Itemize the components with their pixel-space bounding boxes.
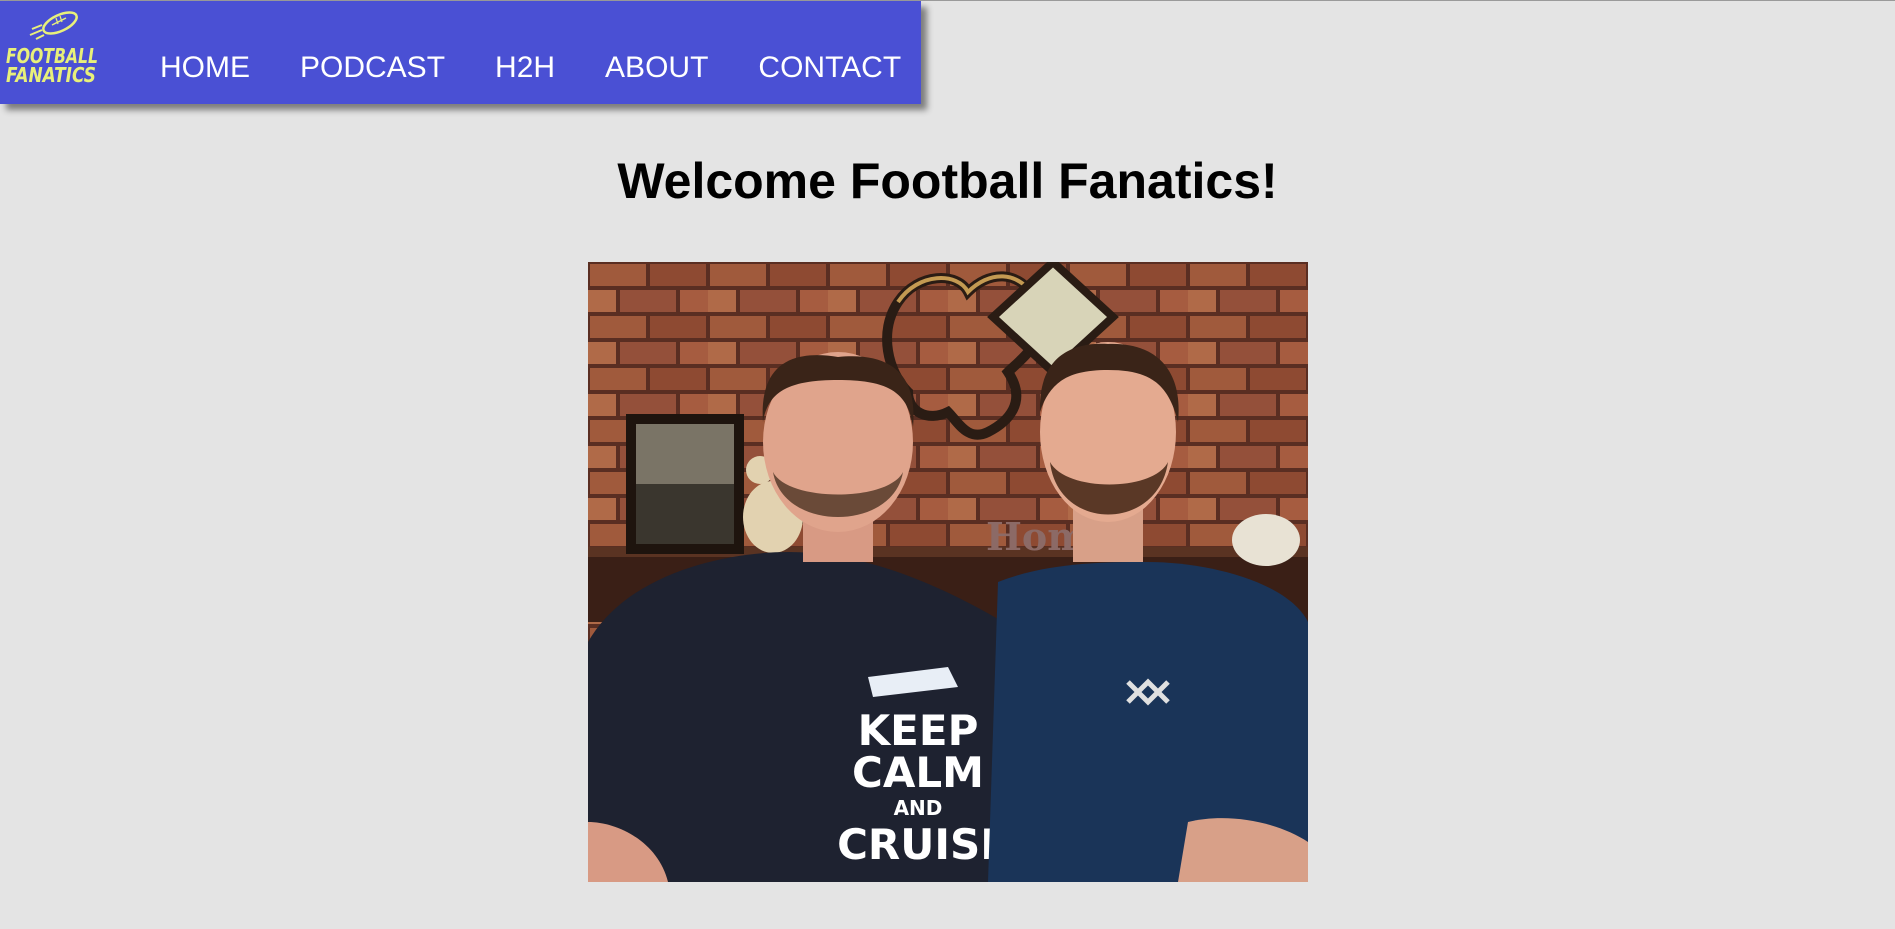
hosts-photo-illustration: Home KEEP CALM AND CRUISE (588, 262, 1308, 882)
logo-graphic: FOOTBALL FANATICS (6, 11, 98, 87)
nav-home[interactable]: HOME (160, 53, 250, 83)
hosts-photo: Home KEEP CALM AND CRUISE (588, 262, 1308, 882)
shirt-text-line4: CRUISE (837, 820, 1009, 869)
nav-contact[interactable]: CONTACT (758, 53, 901, 83)
nav-podcast[interactable]: PODCAST (300, 53, 445, 83)
nav-h2h[interactable]: H2H (495, 53, 555, 83)
page: FOOTBALL FANATICS HOME PODCAST H2H ABOUT… (0, 0, 1895, 929)
football-icon (29, 11, 78, 40)
framed-picture (626, 414, 744, 554)
top-navbar: FOOTBALL FANATICS HOME PODCAST H2H ABOUT… (0, 1, 921, 104)
football-fanatics-logo[interactable]: FOOTBALL FANATICS (4, 7, 100, 87)
shirt-text-line2: CALM (852, 748, 984, 797)
hen-figurine (1232, 514, 1300, 566)
page-title: Welcome Football Fanatics! (617, 153, 1278, 209)
logo-text-line2: FANATICS (6, 63, 96, 87)
nav-links: HOME PODCAST H2H ABOUT CONTACT (160, 53, 901, 83)
shirt-text-line3: AND (894, 796, 943, 820)
nav-about[interactable]: ABOUT (605, 53, 708, 83)
